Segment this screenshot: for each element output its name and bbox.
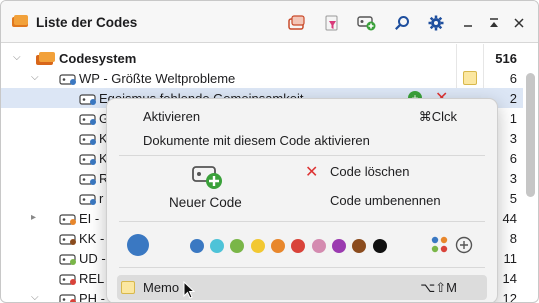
menu-shortcut: ⌘Clck: [418, 109, 457, 124]
code-tag-icon: [59, 273, 77, 288]
color-swatch-red[interactable]: [291, 239, 305, 253]
code-tag-icon: [59, 73, 77, 88]
tree-count: 6: [509, 151, 517, 166]
code-tag-icon: [59, 253, 77, 268]
code-tag-icon: [79, 173, 97, 188]
chevron-down-icon[interactable]: ⌵: [31, 293, 41, 303]
color-swatch-yellow[interactable]: [251, 239, 265, 253]
tree-count: 1: [509, 111, 517, 126]
context-menu: Aktivieren ⌘Clck Dokumente mit diesem Co…: [106, 98, 498, 302]
add-color-icon[interactable]: [455, 236, 473, 257]
tree-count: 8: [509, 231, 517, 246]
delete-code-icon: ✕: [305, 164, 319, 181]
codesystem-icon: [36, 52, 56, 68]
code-tag-icon: [59, 213, 77, 228]
scrollbar-thumb[interactable]: [526, 73, 535, 197]
tree-row-wp[interactable]: ⌵ WP - Größte Weltprobleme 6: [1, 68, 523, 88]
tree-label: WP - Größte Weltprobleme: [79, 71, 236, 86]
menu-item-activate-documents[interactable]: Dokumente mit diesem Code aktivieren: [143, 133, 370, 148]
memo-icon: [121, 281, 135, 294]
code-tag-icon: [79, 113, 97, 128]
color-swatch-black[interactable]: [373, 239, 387, 253]
menu-item-delete-code[interactable]: Code löschen: [330, 164, 410, 179]
tree-label: r: [99, 191, 104, 206]
add-code-icon[interactable]: [356, 13, 378, 33]
menu-item-activate[interactable]: Aktivieren: [143, 109, 200, 124]
tree-count: 14: [502, 271, 517, 286]
memo-icon[interactable]: [463, 71, 477, 85]
close-icon[interactable]: [508, 13, 530, 33]
maximize-icon[interactable]: [483, 13, 505, 33]
tree-label: REL: [79, 271, 105, 286]
color-swatch-cyan[interactable]: [210, 239, 224, 253]
color-swatch-green[interactable]: [230, 239, 244, 253]
color-swatch-blue[interactable]: [190, 239, 204, 253]
color-swatch-brown[interactable]: [352, 239, 366, 253]
current-color-swatch[interactable]: [127, 234, 149, 256]
menu-separator: [119, 221, 485, 222]
new-code-icon[interactable]: [192, 165, 224, 194]
menu-item-new-code[interactable]: Neuer Code: [169, 195, 242, 210]
menu-separator: [119, 155, 485, 156]
tree-count: 6: [509, 71, 517, 86]
tree-count: 44: [502, 211, 517, 226]
color-swatch-orange[interactable]: [271, 239, 285, 253]
panel-title: Liste der Codes: [36, 15, 138, 30]
search-icon[interactable]: [391, 13, 413, 33]
code-list-panel: Liste der Codes ⌵ Codesystem 516 ⌵ WP - …: [0, 0, 539, 303]
color-swatch-purple[interactable]: [332, 239, 346, 253]
tree-count: 2: [509, 91, 517, 106]
tree-count: 5: [509, 191, 517, 206]
tree-label: UD -: [79, 251, 106, 266]
chevron-down-icon[interactable]: ⌵: [31, 73, 41, 83]
menu-item-memo[interactable]: Memo: [143, 280, 179, 295]
codes-icon: [12, 15, 30, 30]
tree-label: Codesystem: [59, 51, 137, 66]
tree-count: 3: [509, 171, 517, 186]
code-tag-icon: [79, 193, 97, 208]
chevron-right-icon[interactable]: ▸: [31, 213, 41, 223]
color-palette-icon[interactable]: [431, 236, 449, 257]
panel-header: Liste der Codes: [1, 1, 538, 43]
code-tag-icon: [79, 153, 97, 168]
menu-separator: [119, 267, 485, 268]
code-tag-icon: [79, 133, 97, 148]
filter-icon[interactable]: [321, 13, 343, 33]
chevron-down-icon[interactable]: ⌵: [13, 53, 23, 63]
menu-shortcut: ⌥⇧M: [420, 280, 457, 295]
new-code-set-icon[interactable]: [286, 13, 308, 33]
tree-count: 3: [509, 131, 517, 146]
tree-count: 12: [502, 291, 517, 303]
color-swatch-pink[interactable]: [312, 239, 326, 253]
tree-label: KK -: [79, 231, 105, 246]
tree-count: 516: [495, 51, 517, 66]
code-tag-icon: [59, 293, 77, 302]
gear-icon[interactable]: [425, 13, 447, 33]
menu-item-rename-code[interactable]: Code umbenennen: [330, 193, 441, 208]
minimize-icon[interactable]: [457, 13, 479, 33]
tree-label: PH -: [79, 291, 105, 303]
code-tag-icon: [59, 233, 77, 248]
tree-label: EI -: [79, 211, 100, 226]
code-tag-icon: [79, 93, 97, 108]
tree-count: 11: [503, 251, 518, 266]
tree-row-codesystem[interactable]: ⌵ Codesystem 516: [1, 48, 523, 68]
mouse-cursor-icon: [183, 280, 196, 302]
